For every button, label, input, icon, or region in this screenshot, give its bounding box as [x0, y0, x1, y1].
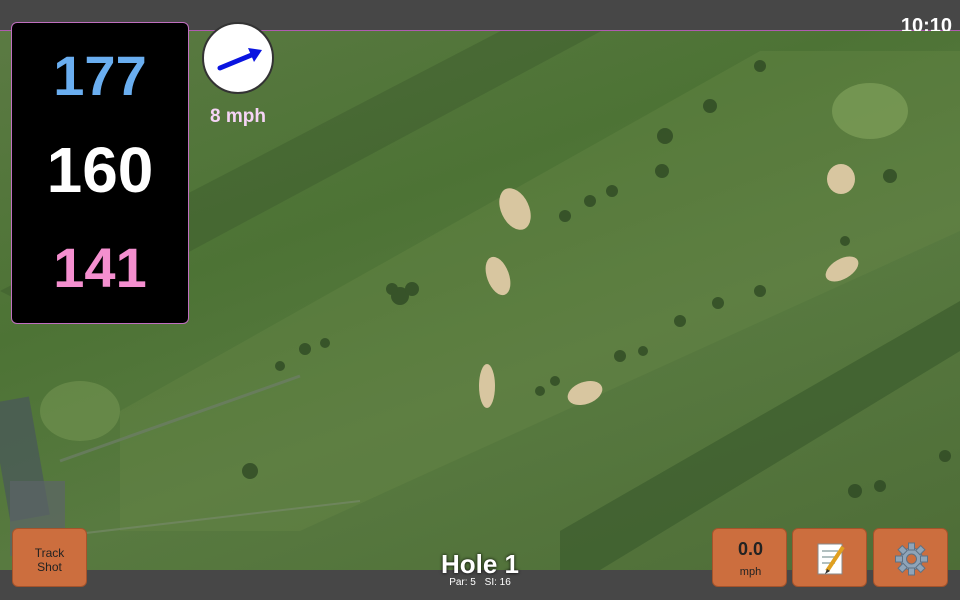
hole-par: Par: 5 — [449, 577, 476, 588]
hole-info: Par: 5 SI: 16 — [380, 577, 580, 588]
hole-stroke-index: SI: 16 — [484, 577, 511, 588]
speed-unit: mph — [739, 566, 762, 578]
notepad-icon — [817, 543, 845, 575]
distance-panel: 177 160 141 — [11, 22, 189, 324]
back-distance: 177 — [53, 44, 147, 107]
wind-indicator — [202, 22, 274, 94]
track-shot-button[interactable]: Track Shot — [12, 528, 87, 587]
middle-distance: 160 — [46, 134, 154, 206]
speed-button[interactable]: 0.0 mph — [712, 528, 787, 587]
notes-button[interactable] — [792, 528, 867, 587]
hole-title: Hole 1 — [440, 549, 520, 579]
track-shot-label-line2: Shot — [37, 560, 62, 574]
track-shot-label-line1: Track — [34, 546, 65, 560]
settings-button[interactable] — [873, 528, 948, 587]
arrow-icon — [217, 48, 262, 71]
gear-icon — [895, 542, 928, 576]
speed-value: 0.0 — [737, 539, 764, 559]
front-distance: 141 — [53, 236, 147, 299]
wind-speed: 8 mph — [210, 106, 266, 127]
